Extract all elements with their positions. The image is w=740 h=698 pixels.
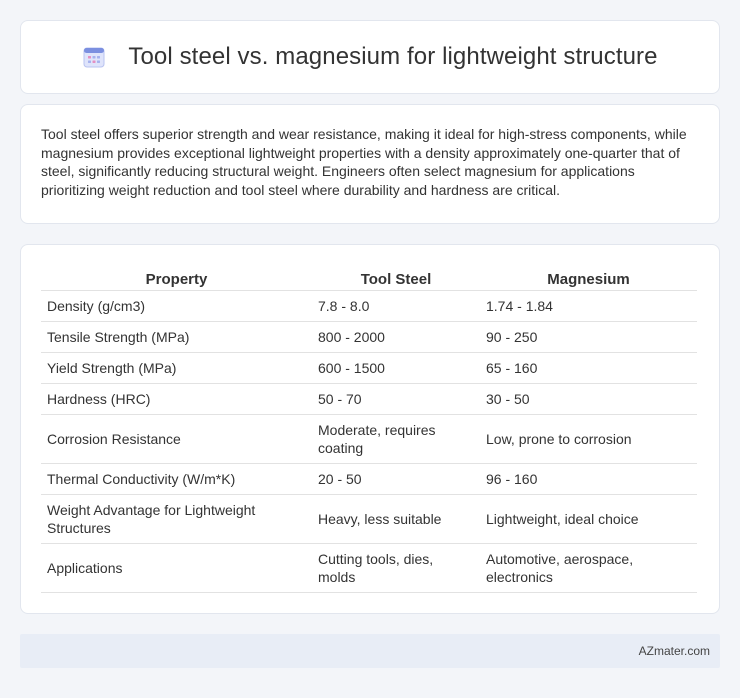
property-cell: Corrosion Resistance bbox=[41, 414, 312, 464]
magnesium-cell: Lightweight, ideal choice bbox=[480, 494, 697, 544]
tool-steel-cell: 20 - 50 bbox=[312, 463, 480, 495]
table-header-row: Property Tool Steel Magnesium bbox=[41, 265, 697, 291]
comparison-table-card: Property Tool Steel Magnesium Density (g… bbox=[20, 244, 720, 614]
page-title: Tool steel vs. magnesium for lightweight… bbox=[128, 43, 658, 70]
magnesium-cell: 65 - 160 bbox=[480, 352, 697, 384]
table-row: Corrosion Resistance Moderate, requires … bbox=[41, 414, 697, 464]
tool-steel-cell: 7.8 - 8.0 bbox=[312, 290, 480, 322]
intro-text: Tool steel offers superior strength and … bbox=[41, 126, 687, 198]
tool-steel-cell: 50 - 70 bbox=[312, 383, 480, 415]
property-cell: Applications bbox=[41, 543, 312, 593]
header-tool-steel: Tool Steel bbox=[312, 265, 480, 291]
magnesium-cell: Low, prone to corrosion bbox=[480, 414, 697, 464]
property-cell: Weight Advantage for Lightweight Structu… bbox=[41, 494, 312, 544]
property-cell: Thermal Conductivity (W/m*K) bbox=[41, 463, 312, 495]
table-row: Hardness (HRC) 50 - 70 30 - 50 bbox=[41, 383, 697, 415]
tool-steel-cell: Cutting tools, dies, molds bbox=[312, 543, 480, 593]
title-wrap: Tool steel vs. magnesium for lightweight… bbox=[82, 43, 658, 71]
table-row: Yield Strength (MPa) 600 - 1500 65 - 160 bbox=[41, 352, 697, 384]
table-row: Density (g/cm3) 7.8 - 8.0 1.74 - 1.84 bbox=[41, 290, 697, 322]
calendar-icon bbox=[83, 47, 105, 68]
magnesium-cell: 96 - 160 bbox=[480, 463, 697, 495]
property-cell: Hardness (HRC) bbox=[41, 383, 312, 415]
tool-steel-cell: Heavy, less suitable bbox=[312, 494, 480, 544]
title-card: Tool steel vs. magnesium for lightweight… bbox=[20, 20, 720, 94]
tool-steel-cell: Moderate, requires coating bbox=[312, 414, 480, 464]
footer-brand: AZmater.com bbox=[638, 644, 710, 658]
table-row: Applications Cutting tools, dies, molds … bbox=[41, 543, 697, 593]
property-cell: Yield Strength (MPa) bbox=[41, 352, 312, 384]
header-magnesium: Magnesium bbox=[480, 265, 697, 291]
magnesium-cell: 30 - 50 bbox=[480, 383, 697, 415]
intro-card: Tool steel offers superior strength and … bbox=[20, 104, 720, 224]
magnesium-cell: 1.74 - 1.84 bbox=[480, 290, 697, 322]
footer-bar: AZmater.com bbox=[20, 634, 720, 668]
comparison-table: Property Tool Steel Magnesium Density (g… bbox=[41, 265, 697, 593]
table-row: Weight Advantage for Lightweight Structu… bbox=[41, 494, 697, 544]
property-cell: Tensile Strength (MPa) bbox=[41, 321, 312, 353]
tool-steel-cell: 800 - 2000 bbox=[312, 321, 480, 353]
magnesium-cell: Automotive, aerospace, electronics bbox=[480, 543, 697, 593]
table-row: Tensile Strength (MPa) 800 - 2000 90 - 2… bbox=[41, 321, 697, 353]
property-cell: Density (g/cm3) bbox=[41, 290, 312, 322]
table-row: Thermal Conductivity (W/m*K) 20 - 50 96 … bbox=[41, 463, 697, 495]
tool-steel-cell: 600 - 1500 bbox=[312, 352, 480, 384]
magnesium-cell: 90 - 250 bbox=[480, 321, 697, 353]
header-property: Property bbox=[41, 265, 312, 291]
